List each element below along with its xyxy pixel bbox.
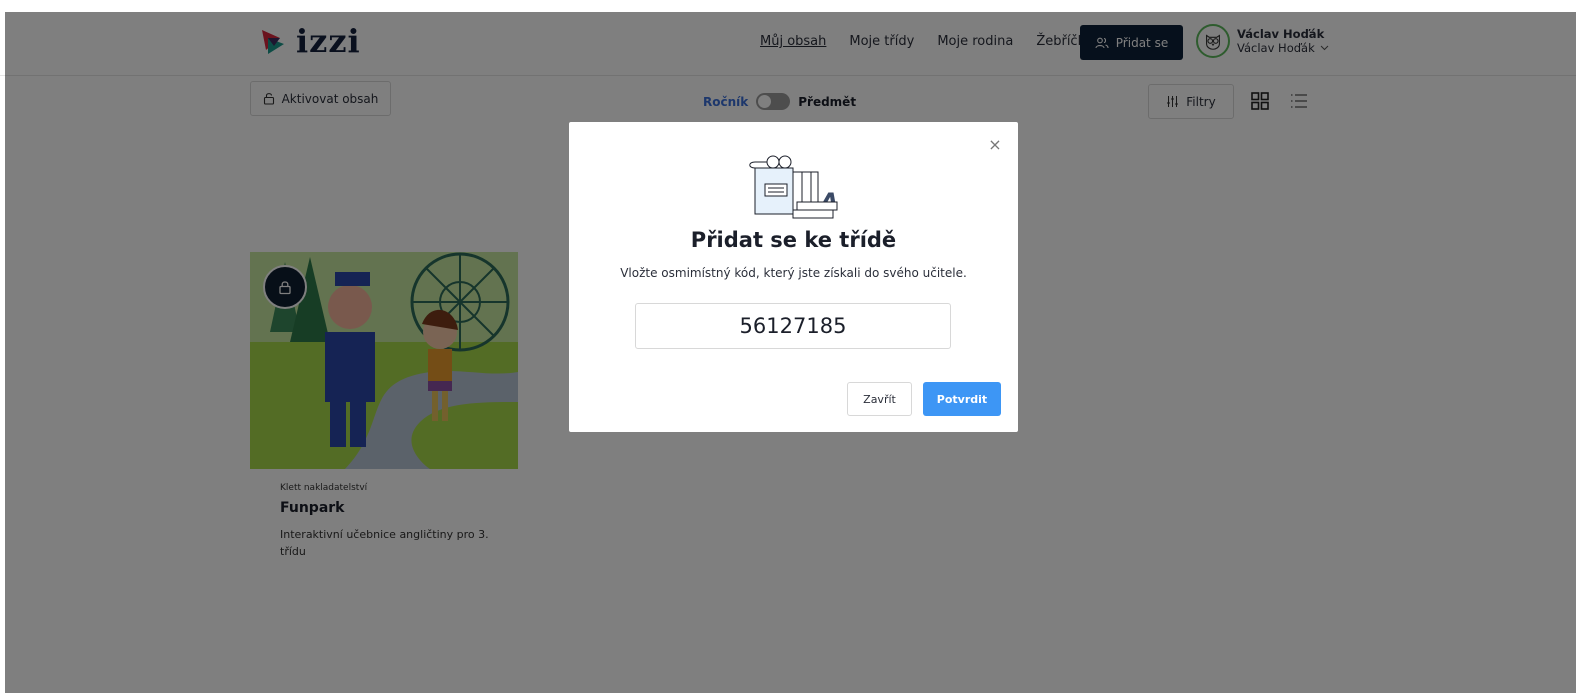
confirm-button[interactable]: Potvrdit — [923, 382, 1001, 416]
close-button[interactable]: Zavřít — [847, 382, 912, 416]
page: izzi Můj obsah Moje třídy Moje rodina Že… — [0, 0, 1576, 693]
close-icon[interactable]: × — [987, 137, 1003, 153]
books-illustration-icon: A — [749, 155, 839, 219]
modal-title: Přidat se ke třídě — [690, 228, 897, 252]
class-code-input[interactable] — [635, 303, 951, 349]
join-class-modal: × A Přidat se ke třídě Vložte osmimístný… — [569, 122, 1018, 432]
modal-description: Vložte osmimístný kód, který jste získal… — [620, 266, 967, 280]
